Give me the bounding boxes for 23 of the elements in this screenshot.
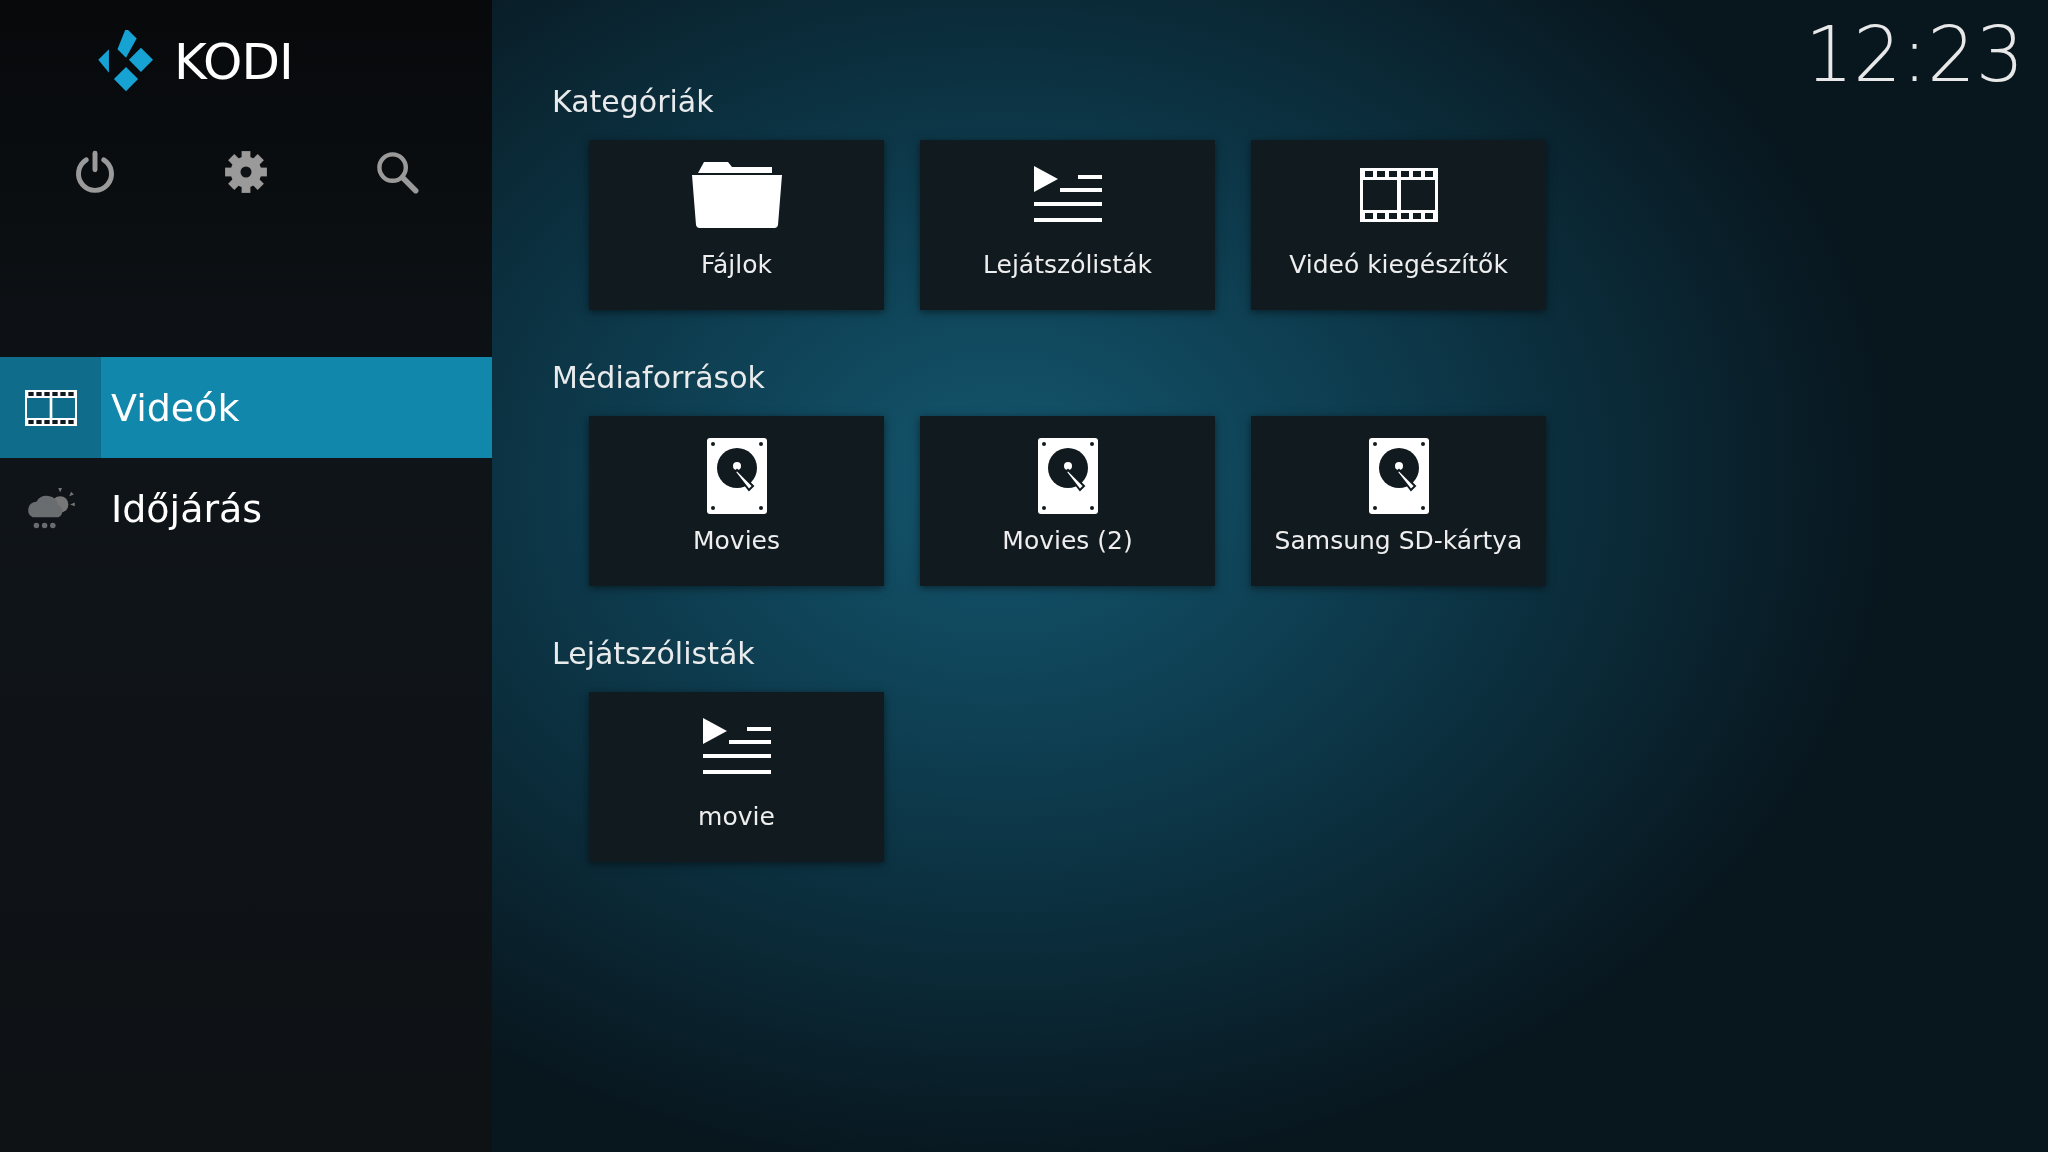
tile[interactable]: movie [589, 692, 884, 862]
section-heading: Kategóriák [552, 83, 715, 121]
search-icon [374, 149, 419, 194]
tile[interactable]: Fájlok [589, 140, 884, 310]
tile[interactable]: Lejátszólisták [920, 140, 1215, 310]
tile[interactable]: Samsung SD-kártya [1251, 416, 1546, 586]
film-strip-icon [1359, 168, 1438, 222]
playlist-icon [1033, 166, 1102, 224]
hard-drive-icon [1368, 438, 1429, 514]
settings-icon [224, 149, 268, 194]
menu-item[interactable]: Videók [0, 357, 492, 458]
logo-text: KODI [174, 33, 293, 91]
section-heading: Lejátszólisták [552, 635, 756, 673]
hard-drive-icon [706, 438, 767, 514]
section-heading: Médiaforrások [552, 359, 766, 397]
folder-icon [691, 162, 782, 228]
tile[interactable]: Movies (2) [920, 416, 1215, 586]
playlist-icon [702, 718, 771, 776]
hard-drive-icon [1037, 438, 1098, 514]
clock: 12:23 [1804, 10, 2024, 99]
tile[interactable]: Videó kiegészítők [1251, 140, 1546, 310]
tile[interactable]: Movies [589, 416, 884, 586]
menu-item[interactable]: Időjárás [0, 458, 492, 559]
